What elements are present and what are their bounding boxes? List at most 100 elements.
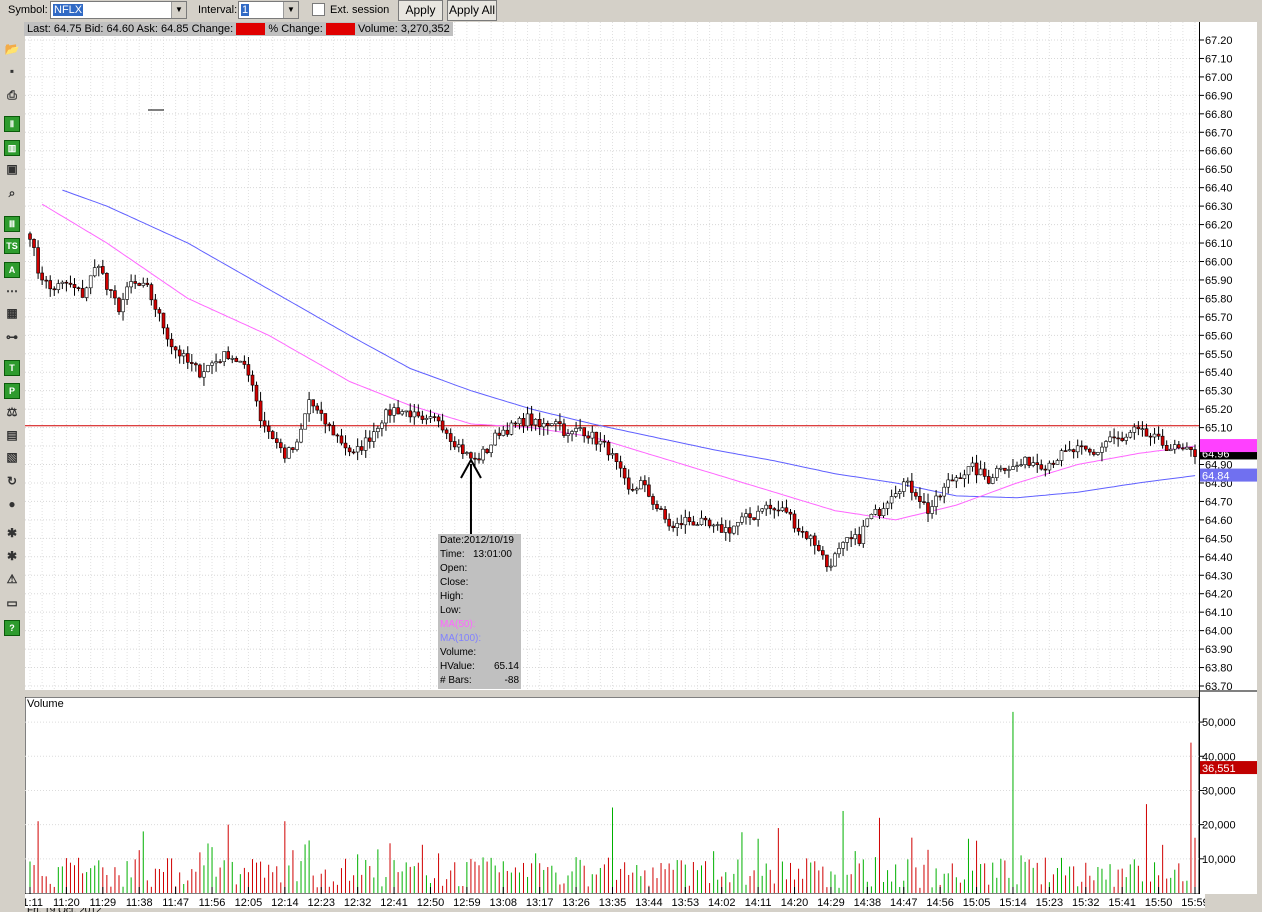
time-tick-label: 15:23 — [1036, 897, 1064, 908]
apply-all-button[interactable]: Apply All — [447, 0, 497, 21]
candle-down — [133, 281, 137, 284]
lock-icon[interactable]: ▧ — [4, 450, 20, 466]
candle-down — [52, 288, 57, 291]
refresh-icon[interactable]: ↻ — [4, 474, 20, 490]
globe-icon[interactable]: ● — [4, 497, 20, 513]
hover-tooltip: Date:2012/10/19 Time: 13:01:00 Open: Clo… — [438, 534, 521, 689]
open-icon[interactable]: 📂 — [4, 42, 20, 58]
candle-down — [1027, 456, 1031, 466]
volume-chart[interactable] — [25, 697, 1199, 894]
candle-down — [497, 432, 502, 436]
text-tool-icon[interactable]: T — [4, 360, 20, 376]
alert-icon[interactable]: ✱ — [4, 526, 20, 542]
candle-up — [873, 508, 878, 515]
price-tick-label: 64.00 — [1205, 626, 1233, 638]
candle-up — [181, 353, 186, 357]
alert-warning-icon[interactable]: ⚠ — [4, 572, 20, 588]
apply-button[interactable]: Apply — [398, 0, 443, 21]
candle-down — [137, 283, 141, 286]
candle-down — [679, 523, 684, 526]
link-icon[interactable]: ⊶ — [4, 330, 20, 346]
chevron-down-icon[interactable]: ▼ — [283, 2, 298, 18]
candle-down — [1084, 445, 1088, 450]
candle-down — [477, 458, 481, 461]
price-tick-label: 66.70 — [1205, 127, 1233, 139]
alert-bell-icon[interactable]: ✱ — [4, 549, 20, 565]
candle-down — [671, 525, 676, 529]
help-icon[interactable]: ? — [4, 620, 20, 636]
candle-down — [537, 418, 542, 428]
candle-up — [1124, 436, 1128, 441]
line-tool-icon[interactable]: ⋯ — [4, 284, 20, 300]
candle-down — [772, 508, 777, 511]
save-icon[interactable]: ▪ — [4, 64, 20, 80]
price-tick-label: 66.00 — [1205, 256, 1233, 268]
candle-up — [954, 477, 959, 482]
candle-down — [1120, 437, 1124, 441]
price-axis[interactable]: 67.20 67.10 67.00 66.90 66.80 66.70 66.60 66.50… — [1199, 22, 1258, 894]
candle-up — [837, 547, 841, 555]
candle-up — [764, 504, 769, 510]
candle-up — [970, 462, 975, 468]
indicator-icon[interactable]: Ⅱ — [4, 116, 20, 132]
candle-down — [950, 479, 955, 482]
candle-down — [36, 247, 40, 274]
candle-up — [1140, 428, 1145, 431]
price-tick-label: 63.80 — [1205, 663, 1233, 675]
orders-icon[interactable]: ▤ — [4, 428, 20, 444]
candle-down — [909, 480, 914, 493]
chevron-down-icon[interactable]: ▼ — [171, 2, 186, 18]
symbol-combo[interactable]: NFLX ▼ — [50, 1, 187, 19]
candle-up — [946, 479, 951, 488]
candle-up — [517, 417, 522, 425]
candle-down — [529, 413, 534, 426]
candle-down — [359, 446, 364, 451]
candle-down — [165, 327, 170, 340]
print-icon[interactable]: ⎙ — [4, 88, 20, 104]
candle-up — [287, 447, 291, 459]
candle-down — [343, 442, 348, 449]
candle-up — [541, 422, 546, 428]
candle-down — [1193, 449, 1197, 457]
price-tick-label: 66.30 — [1205, 201, 1233, 213]
candle-down — [279, 442, 283, 449]
candle-down — [1177, 444, 1181, 449]
interval-combo[interactable]: 1 ▼ — [238, 1, 299, 19]
candle-down — [105, 273, 109, 290]
candle-up — [1100, 446, 1104, 453]
candle-up — [578, 427, 582, 429]
candle-down — [586, 435, 591, 439]
candle-up — [299, 428, 303, 443]
p-icon[interactable]: P — [4, 383, 20, 399]
candle-down — [606, 441, 611, 456]
candle-up — [60, 281, 65, 284]
tool-sidebar: 📂 ▪ ⎙ Ⅱ ▥ ▣ ⌕ Ⅲ TS A ⋯ ▦ ⊶ T P ⚖ ▤ ▧ ↻ ● ✱ ✱ ⚠ ▭? — [0, 34, 24, 912]
candle-down — [323, 413, 328, 425]
last-value: 64.75 — [53, 23, 82, 35]
ts-icon[interactable]: TS — [4, 238, 20, 254]
ext-session-label: Ext. session — [330, 4, 390, 16]
time-tick-label: 14:11 — [745, 897, 772, 908]
candle-up — [400, 411, 405, 415]
ext-session-checkbox[interactable] — [312, 3, 325, 16]
interval-value: 1 — [241, 4, 250, 16]
candle-down — [776, 509, 781, 512]
candle-down — [101, 266, 105, 274]
a-icon[interactable]: A — [4, 262, 20, 278]
briefcase-icon[interactable]: ▭ — [4, 596, 20, 612]
price-tick-label: 66.90 — [1205, 90, 1233, 102]
zoom-fit-icon[interactable]: ▣ — [4, 162, 20, 178]
price-chart[interactable] — [25, 22, 1199, 690]
balance-icon[interactable]: ⚖ — [4, 405, 20, 421]
table-icon[interactable]: ▦ — [4, 306, 20, 322]
tooltip-bars: # Bars: -88 — [438, 674, 521, 688]
candle-up — [380, 422, 384, 429]
chart-style-icon[interactable]: ▥ — [4, 140, 20, 156]
tooltip-hvalue-value: 65.14 — [493, 661, 519, 672]
candle-up — [1031, 462, 1036, 466]
candle-down — [748, 513, 752, 518]
indicators-panel-icon[interactable]: Ⅲ — [4, 216, 20, 232]
candle-down — [436, 416, 441, 422]
candle-down — [440, 420, 445, 431]
zoom-icon[interactable]: ⌕ — [4, 186, 20, 202]
